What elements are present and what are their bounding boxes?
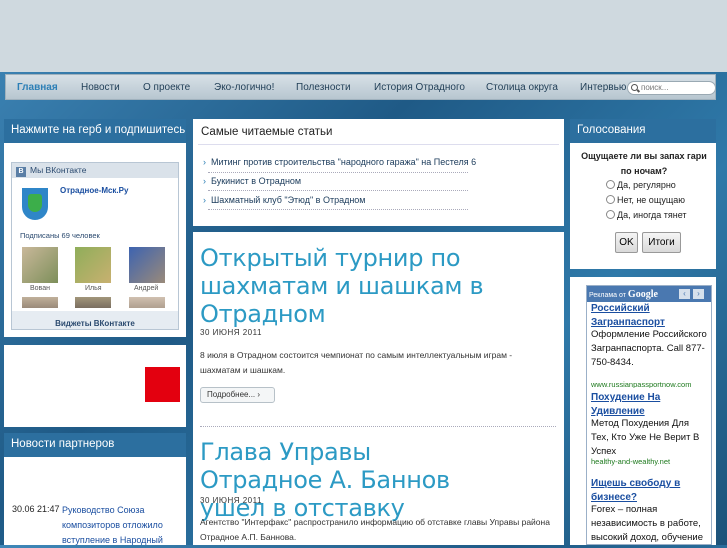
nav-item-history[interactable]: История Отрадного xyxy=(374,82,465,93)
partners-panel: Новости партнеров 30.06 21:47 Руководств… xyxy=(4,433,186,545)
ad-title-link[interactable]: Ищешь свободу в бизнесе? xyxy=(591,477,709,505)
poll-option-radio[interactable] xyxy=(606,195,615,204)
search-input[interactable]: поиск... xyxy=(627,81,716,95)
avatar[interactable] xyxy=(22,247,58,283)
avatar[interactable] xyxy=(75,247,111,283)
poll-option-radio[interactable] xyxy=(606,210,615,219)
nav-item-eco[interactable]: Эко-логично! xyxy=(214,82,274,93)
divider xyxy=(208,190,468,191)
coat-of-arms-icon[interactable] xyxy=(22,188,48,220)
nav-item-about[interactable]: О проекте xyxy=(143,82,190,93)
poll-option-label[interactable]: Нет, не ощущаю xyxy=(617,195,685,205)
subscribe-panel: Нажмите на герб и подпишитесь B Мы ВКонта… xyxy=(4,119,186,337)
poll-option-label[interactable]: Да, регулярно xyxy=(617,180,676,190)
member-name[interactable]: Вован xyxy=(30,285,50,292)
poll-results-button[interactable]: Итоги xyxy=(642,232,681,253)
read-more-button[interactable]: Подробнее... › xyxy=(200,387,275,403)
ad-title-link[interactable]: Похудение На Удивление xyxy=(591,391,709,419)
vk-header-label: Мы ВКонтакте xyxy=(30,165,87,175)
chevron-right-icon: › xyxy=(203,176,206,186)
article-title[interactable]: Открытый турнир по шахматам и шашкам в О… xyxy=(200,244,490,328)
chevron-right-icon: › xyxy=(203,195,206,205)
site-header xyxy=(0,0,727,72)
popular-title: Самые читаемые статьи xyxy=(201,126,333,138)
divider xyxy=(208,172,468,173)
avatar[interactable] xyxy=(129,247,165,283)
article-title[interactable]: Глава Управы Отрадное А. Баннов ушел в о… xyxy=(200,438,490,522)
divider xyxy=(200,426,556,427)
ads-header-label: Реклама от xyxy=(589,292,626,299)
vk-header: B Мы ВКонтакте xyxy=(12,163,178,178)
divider xyxy=(198,144,559,145)
vk-footer-link[interactable]: Виджеты ВКонтакте xyxy=(55,319,135,328)
ads-header: Реклама от Google ‹ › xyxy=(587,286,711,302)
article-date: 30 ИЮНЯ 2011 xyxy=(200,496,262,505)
avatar[interactable] xyxy=(129,297,165,308)
popular-item-label: Шахматный клуб "Этюд" в Отрадном xyxy=(211,195,366,205)
article-excerpt: 8 июля в Отрадном состоится чемпионат по… xyxy=(200,350,513,375)
google-logo[interactable]: Google xyxy=(628,289,658,300)
member-name[interactable]: Андрей xyxy=(134,285,158,292)
partners-title: Новости партнеров xyxy=(4,433,186,457)
read-more-label: Подробнее... xyxy=(207,390,256,399)
article-excerpt: Агентство "Интерфакс" распространило инф… xyxy=(200,517,550,542)
search-placeholder: поиск... xyxy=(641,83,669,92)
chevron-right-icon: › xyxy=(203,157,206,167)
partner-news-link[interactable]: Руководство Союза композиторов отложило … xyxy=(62,503,180,548)
chevron-left-icon[interactable]: ‹ xyxy=(679,289,690,299)
nav-item-home[interactable]: Главная xyxy=(17,82,58,93)
vk-widget: B Мы ВКонтакте Отрадное-Мск.Ру Подписаны … xyxy=(11,162,179,330)
ad-text: Forex – полная независимость в работе, в… xyxy=(591,504,704,543)
ad-url[interactable]: www.russianpassportnow.com xyxy=(591,380,709,388)
vk-footer: Виджеты ВКонтакте xyxy=(12,311,178,329)
popular-item[interactable]: › Букинист в Отрадном xyxy=(203,176,301,186)
vote-ok-button[interactable]: OK xyxy=(615,232,638,253)
ad-title-link[interactable]: Российский Загранпаспорт xyxy=(591,302,709,330)
chevron-right-icon[interactable]: › xyxy=(693,289,704,299)
ad-text: Метод Похудения Для Тех, Кто Уже Не Вери… xyxy=(591,418,700,457)
vk-subscribers: Подписаны 69 человек xyxy=(20,231,100,240)
partner-news-time: 30.06 21:47 xyxy=(12,504,60,514)
poll-option-radio[interactable] xyxy=(606,180,615,189)
ad-text: Оформление Российского Загранпаспорта. C… xyxy=(591,329,707,368)
vk-logo-icon: B xyxy=(16,167,26,177)
article-date: 30 ИЮНЯ 2011 xyxy=(200,328,262,337)
poll-option-label[interactable]: Да, иногда тянет xyxy=(617,210,687,220)
banner-panel xyxy=(4,345,186,427)
divider xyxy=(208,209,468,210)
search-icon xyxy=(631,84,638,91)
chevron-right-icon: › xyxy=(257,390,261,399)
avatar[interactable] xyxy=(22,297,58,308)
popular-item[interactable]: › Шахматный клуб "Этюд" в Отрадном xyxy=(203,195,366,205)
popular-item[interactable]: › Митинг против строительства "народного … xyxy=(203,157,476,167)
vk-group-name[interactable]: Отрадное-Мск.Ру xyxy=(60,186,128,195)
nav-item-interview[interactable]: Интервью xyxy=(580,82,626,93)
nav-item-useful[interactable]: Полезности xyxy=(296,82,351,93)
poll-question: Ощущаете ли вы запах гари по ночам? xyxy=(581,151,707,176)
popular-item-label: Букинист в Отрадном xyxy=(211,176,302,186)
subscribe-title: Нажмите на герб и подпишитесь xyxy=(4,119,186,143)
nav-item-news[interactable]: Новости xyxy=(81,82,120,93)
red-banner[interactable] xyxy=(145,367,180,402)
avatar[interactable] xyxy=(75,297,111,308)
popular-item-label: Митинг против строительства "народного г… xyxy=(211,157,477,167)
poll-title: Голосования xyxy=(570,119,716,143)
main-nav: Главная Новости О проекте Эко-логично! П… xyxy=(5,74,716,100)
ad-url[interactable]: healthy-and-wealthy.net xyxy=(591,457,709,466)
nav-item-capital[interactable]: Столица округа xyxy=(486,82,558,93)
member-name[interactable]: Илья xyxy=(85,285,102,292)
